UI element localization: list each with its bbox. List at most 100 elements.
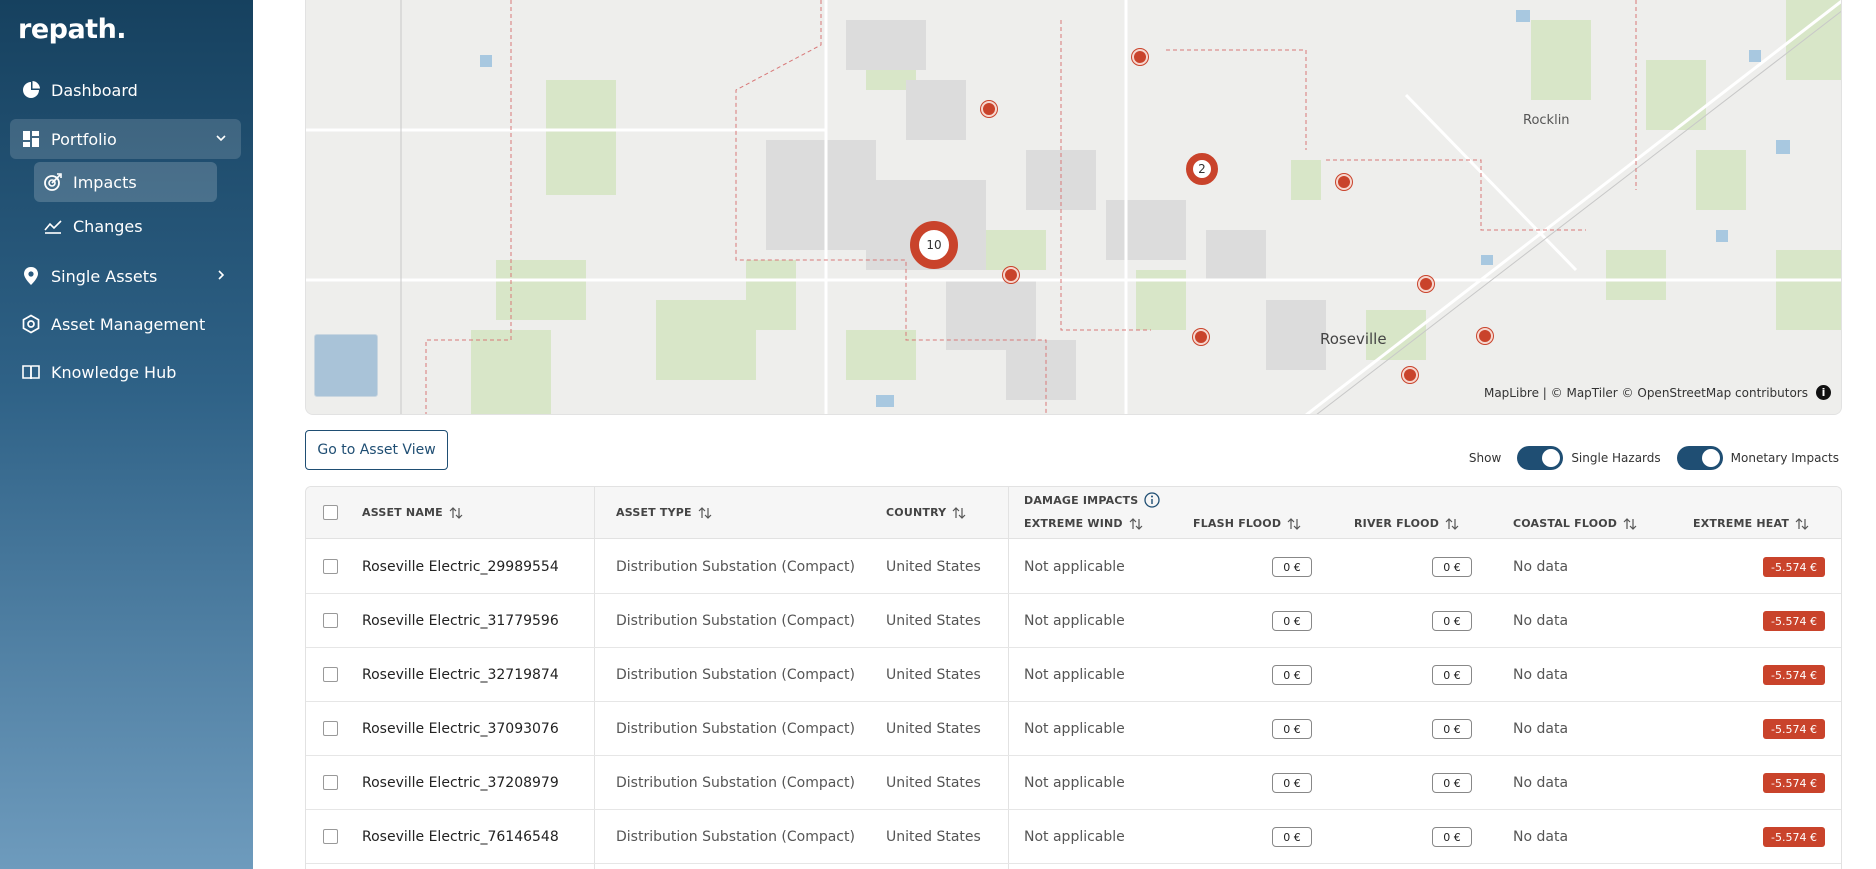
sort-icon[interactable] (1795, 517, 1809, 530)
flash-flood-value: 0 € (1272, 719, 1312, 739)
go-to-asset-view-button[interactable]: Go to Asset View (305, 430, 448, 470)
sidebar-item-impacts[interactable]: Impacts (34, 162, 217, 202)
map-base-layer (306, 0, 1841, 414)
monetary-impacts-toggle[interactable] (1676, 446, 1723, 470)
table-row[interactable]: Roseville Electric_76146548 Distribution … (306, 810, 1841, 864)
asset-marker[interactable] (1336, 174, 1352, 190)
impacts-table: ASSET NAME ASSET TYPE COUNTRY DAMAGE IMP… (305, 486, 1842, 869)
asset-marker[interactable] (1402, 367, 1418, 383)
table-row[interactable]: Roseville Electric_29989554 Distribution … (306, 540, 1841, 594)
logo[interactable]: repath. (18, 14, 127, 45)
extreme-wind-cell: Not applicable (1024, 829, 1125, 845)
column-header-river-flood[interactable]: RIVER FLOOD (1354, 517, 1459, 530)
asset-marker[interactable] (1477, 328, 1493, 344)
sidebar-item-dashboard[interactable]: Dashboard (10, 70, 241, 110)
sort-icon[interactable] (952, 506, 966, 519)
asset-marker[interactable] (1132, 49, 1148, 65)
extreme-heat-value: -5.574 € (1763, 773, 1825, 793)
asset-type-cell: Distribution Substation (Compact) (616, 613, 855, 629)
select-all-checkbox[interactable] (323, 505, 338, 520)
attribution-text: MapLibre | © MapTiler © OpenStreetMap co… (1483, 385, 1808, 400)
sort-icon[interactable] (1129, 517, 1143, 530)
asset-type-cell: Distribution Substation (Compact) (616, 721, 855, 737)
row-checkbox[interactable] (323, 721, 338, 736)
table-row[interactable]: Roseville Electric_37093076 Distribution … (306, 702, 1841, 756)
row-checkbox[interactable] (323, 775, 338, 790)
asset-name-cell[interactable]: Roseville Electric_31779596 (362, 594, 559, 648)
asset-name-cell[interactable]: Roseville Electric_76146548 (362, 810, 559, 864)
sidebar-item-label: Single Assets (51, 266, 158, 286)
column-header-label: ASSET NAME (362, 506, 443, 519)
extreme-wind-cell: Not applicable (1024, 667, 1125, 683)
row-checkbox[interactable] (323, 829, 338, 844)
asset-name-cell[interactable]: Roseville Electric_32719874 (362, 648, 559, 702)
column-header-extreme-wind[interactable]: EXTREME WIND (1024, 517, 1143, 530)
row-checkbox[interactable] (323, 613, 338, 628)
column-header-label: COUNTRY (886, 506, 947, 519)
map-view[interactable]: Rocklin Roseville 10 2 MapLibre | © MapT… (305, 0, 1842, 415)
table-row[interactable]: Roseville Electric_37208979 Distribution … (306, 756, 1841, 810)
sidebar-item-label: Impacts (73, 172, 137, 192)
table-row[interactable]: Roseville Electric_32719874 Distribution … (306, 648, 1841, 702)
column-group-label: DAMAGE IMPACTS (1024, 493, 1139, 507)
sidebar-item-knowledge-hub[interactable]: Knowledge Hub (10, 352, 241, 392)
extreme-wind-cell: Not applicable (1024, 721, 1125, 737)
flash-flood-value: 0 € (1272, 665, 1312, 685)
asset-marker[interactable] (1418, 276, 1434, 292)
marker-cluster[interactable]: 10 (910, 221, 958, 269)
display-toggles: Show Single Hazards Monetary Impacts (1469, 446, 1839, 470)
asset-marker[interactable] (1003, 267, 1019, 283)
asset-type-cell: Distribution Substation (Compact) (616, 775, 855, 791)
flash-flood-value: 0 € (1272, 611, 1312, 631)
asset-name-cell[interactable]: Roseville Electric_37093076 (362, 702, 559, 756)
asset-type-cell: Distribution Substation (Compact) (616, 667, 855, 683)
column-header-extreme-heat[interactable]: EXTREME HEAT (1693, 517, 1809, 530)
extreme-heat-value: -5.574 € (1763, 827, 1825, 847)
marker-cluster[interactable]: 2 (1186, 153, 1218, 185)
column-header-asset-type[interactable]: ASSET TYPE (616, 506, 712, 519)
asset-marker[interactable] (1193, 329, 1209, 345)
single-hazards-toggle[interactable] (1517, 446, 1564, 470)
single-hazards-label: Single Hazards (1571, 451, 1661, 465)
sidebar-item-label: Changes (73, 216, 143, 236)
sidebar-item-asset-management[interactable]: Asset Management (10, 304, 241, 344)
row-checkbox[interactable] (323, 559, 338, 574)
sidebar-item-label: Knowledge Hub (51, 362, 177, 382)
sidebar-item-label: Asset Management (51, 314, 206, 334)
sidebar-item-changes[interactable]: Changes (34, 206, 217, 246)
asset-name-cell[interactable]: Roseville Electric_37208979 (362, 756, 559, 810)
coastal-flood-cell: No data (1513, 775, 1569, 791)
sidebar: repath. Dashboard Portfolio Impacts Chan… (0, 0, 253, 869)
sort-icon[interactable] (698, 506, 712, 519)
river-flood-value: 0 € (1432, 557, 1472, 577)
sort-icon[interactable] (1623, 517, 1637, 530)
column-header-coastal-flood[interactable]: COASTAL FLOOD (1513, 517, 1637, 530)
asset-type-cell: Distribution Substation (Compact) (616, 559, 855, 575)
sidebar-item-single-assets[interactable]: Single Assets (10, 256, 241, 296)
river-flood-value: 0 € (1432, 665, 1472, 685)
column-header-label: FLASH FLOOD (1193, 517, 1282, 530)
asset-name-cell[interactable]: Roseville Electric_29989554 (362, 540, 559, 594)
column-header-asset-name[interactable]: ASSET NAME (362, 506, 463, 519)
column-header-label: EXTREME WIND (1024, 517, 1123, 530)
sort-icon[interactable] (449, 506, 463, 519)
sort-icon[interactable] (1287, 517, 1301, 530)
country-cell: United States (886, 559, 981, 575)
sidebar-item-portfolio[interactable]: Portfolio (10, 119, 241, 159)
row-checkbox[interactable] (323, 667, 338, 682)
column-header-label: ASSET TYPE (616, 506, 692, 519)
river-flood-value: 0 € (1432, 773, 1472, 793)
asset-marker[interactable] (981, 101, 997, 117)
minimap-toggle[interactable] (314, 334, 378, 397)
sort-icon[interactable] (1445, 517, 1459, 530)
column-header-flash-flood[interactable]: FLASH FLOOD (1193, 517, 1301, 530)
info-icon[interactable] (1144, 492, 1161, 508)
table-row[interactable]: Roseville Electric_31779596 Distribution … (306, 594, 1841, 648)
column-header-country[interactable]: COUNTRY (886, 506, 966, 519)
column-group-damage-impacts: DAMAGE IMPACTS (1024, 492, 1161, 508)
info-icon[interactable]: i (1816, 385, 1831, 400)
coastal-flood-cell: No data (1513, 559, 1569, 575)
location-pin-icon (20, 265, 42, 287)
country-cell: United States (886, 667, 981, 683)
column-header-label: EXTREME HEAT (1693, 517, 1790, 530)
